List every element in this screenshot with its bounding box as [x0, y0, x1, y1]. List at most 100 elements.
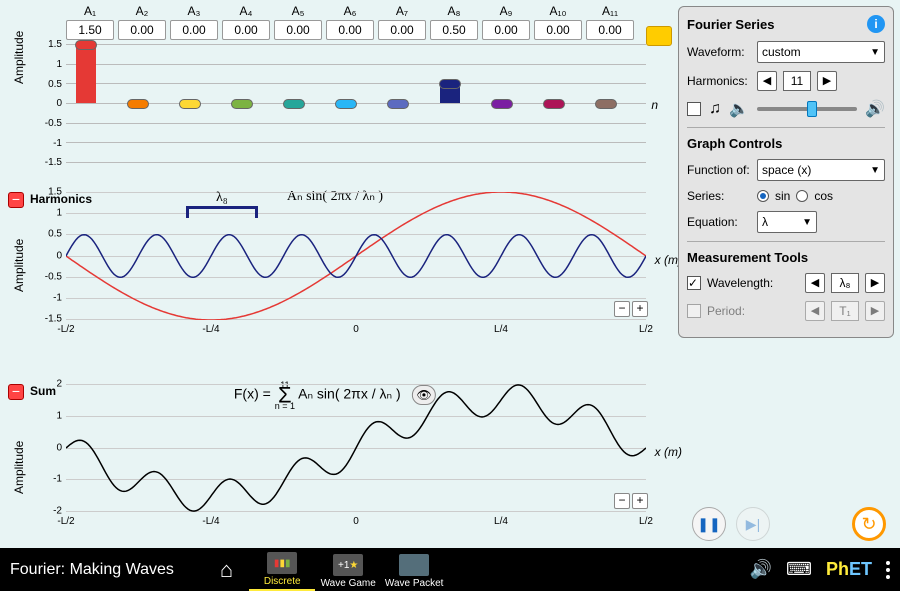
function-of-label: Function of:: [687, 163, 751, 177]
harmonics-increment[interactable]: ▶: [817, 71, 837, 91]
amp-slider-9[interactable]: [491, 99, 513, 109]
chevron-down-icon: ▼: [870, 47, 880, 58]
amp-input-9[interactable]: [482, 20, 530, 40]
pause-button[interactable]: ❚❚: [692, 507, 726, 541]
amp-slider-10[interactable]: [543, 99, 565, 109]
harmonics-y-label: Amplitude: [12, 239, 26, 292]
sound-checkbox[interactable]: [687, 102, 701, 116]
amp-input-11[interactable]: [586, 20, 634, 40]
amp-slider-8[interactable]: [439, 79, 461, 89]
amp-header: A₅: [274, 4, 322, 18]
amp-input-2[interactable]: [118, 20, 166, 40]
sum-collapse-button[interactable]: −: [8, 384, 24, 400]
amp-header: A₄: [222, 4, 270, 18]
period-next: ▶: [865, 301, 885, 321]
series-sin-radio[interactable]: [757, 190, 769, 202]
eraser-button[interactable]: [646, 26, 672, 46]
play-controls: ❚❚ ▶|: [692, 507, 770, 541]
period-prev: ◀: [805, 301, 825, 321]
amp-input-7[interactable]: [378, 20, 426, 40]
function-of-select[interactable]: space (x)▼: [757, 159, 885, 181]
speaker-low-icon: 🔈: [729, 99, 749, 119]
harmonics-section: − Harmonics Aₙ sin( 2πx / λₙ ) Amplitude…: [8, 192, 662, 356]
series-cos-radio[interactable]: [796, 190, 808, 202]
sum-x-label: x (m): [655, 445, 682, 459]
navbar: Fourier: Making Waves ⌂ ▮▮▮Discrete+1★Wa…: [0, 548, 900, 591]
sum-zoom-out[interactable]: −: [614, 493, 630, 509]
sum-chart: 210-1-2 x (m) − + -L/2-L/40L/4L/2: [66, 384, 646, 512]
amp-header: A₁₁: [586, 4, 634, 18]
fourier-heading: Fourier Series: [687, 17, 774, 32]
amp-slider-2[interactable]: [127, 99, 149, 109]
wavelength-checkbox[interactable]: [687, 276, 701, 290]
amp-input-5[interactable]: [274, 20, 322, 40]
speaker-high-icon: 🔊: [865, 99, 885, 119]
amp-input-6[interactable]: [326, 20, 374, 40]
reset-button[interactable]: ↻: [852, 507, 886, 541]
n-axis-label: n: [651, 98, 658, 112]
equation-label: Equation:: [687, 215, 751, 229]
amp-header: A₆: [326, 4, 374, 18]
sound-toggle-icon[interactable]: 🔊: [750, 559, 772, 580]
amp-slider-5[interactable]: [283, 99, 305, 109]
sum-y-label: Amplitude: [12, 441, 26, 494]
chevron-down-icon: ▼: [802, 217, 812, 228]
amp-header: A₉: [482, 4, 530, 18]
nav-tab-wave-packet[interactable]: Wave Packet: [381, 552, 447, 591]
sum-section: − Sum F(x) = 11Σn = 1 Aₙ sin( 2πx / λₙ )…: [8, 384, 662, 564]
amplitude-chart: 1.510.50-0.5-1-1.5 n: [66, 44, 646, 162]
wavelength-prev[interactable]: ◀: [805, 273, 825, 293]
amp-slider-4[interactable]: [231, 99, 253, 109]
harmonics-count-value: 11: [783, 71, 811, 91]
control-panel: Fourier Series i Waveform: custom▼ Harmo…: [678, 6, 894, 338]
harmonics-collapse-button[interactable]: −: [8, 192, 24, 208]
graph-controls-heading: Graph Controls: [687, 136, 782, 151]
amp-header: A₁: [66, 4, 114, 18]
wavelength-next[interactable]: ▶: [865, 273, 885, 293]
waveform-label: Waveform:: [687, 45, 751, 59]
wavelength-value: λ₈: [831, 273, 859, 293]
app-title: Fourier: Making Waves: [10, 561, 174, 579]
harmonics-count-label: Harmonics:: [687, 74, 751, 88]
harmonics-zoom-in[interactable]: +: [632, 301, 648, 317]
amp-slider-6[interactable]: [335, 99, 357, 109]
amp-header: A₁₀: [534, 4, 582, 18]
harmonics-decrement[interactable]: ◀: [757, 71, 777, 91]
amp-header: A₈: [430, 4, 478, 18]
step-button[interactable]: ▶|: [736, 507, 770, 541]
amp-input-10[interactable]: [534, 20, 582, 40]
amp-slider-1[interactable]: [75, 40, 97, 50]
amp-input-1[interactable]: [66, 20, 114, 40]
chevron-down-icon: ▼: [870, 165, 880, 176]
music-note-icon: ♫: [709, 100, 721, 118]
amp-header: A₃: [170, 4, 218, 18]
amp-header: A₇: [378, 4, 426, 18]
amplitude-section: Amplitude A₁ A₂ A₃ A₄ A₅ A₆ A₇ A₈ A₉ A₁₀ A₁₁ 1.510…: [8, 4, 662, 174]
amp-slider-7[interactable]: [387, 99, 409, 109]
volume-slider[interactable]: [757, 107, 857, 111]
amp-header: A₂: [118, 4, 166, 18]
info-button[interactable]: i: [867, 15, 885, 33]
period-checkbox[interactable]: [687, 304, 701, 318]
menu-button[interactable]: [886, 561, 890, 579]
amp-input-4[interactable]: [222, 20, 270, 40]
phet-logo[interactable]: PhET: [826, 559, 872, 580]
sum-zoom-in[interactable]: +: [632, 493, 648, 509]
keyboard-icon[interactable]: ⌨: [786, 559, 812, 580]
harmonics-zoom-out[interactable]: −: [614, 301, 630, 317]
amp-input-3[interactable]: [170, 20, 218, 40]
amp-input-8[interactable]: [430, 20, 478, 40]
measurement-tools-heading: Measurement Tools: [687, 250, 808, 265]
nav-tab-discrete[interactable]: ▮▮▮Discrete: [249, 550, 315, 591]
amp-slider-11[interactable]: [595, 99, 617, 109]
harmonics-chart: 1.510.50-0.5-1-1.5 λ₈ x (m) − + -L/2-L/4…: [66, 192, 646, 320]
home-button[interactable]: ⌂: [220, 557, 233, 583]
equation-select[interactable]: λ▼: [757, 211, 817, 233]
wavelength-marker[interactable]: λ₈: [186, 206, 258, 218]
amp-slider-3[interactable]: [179, 99, 201, 109]
amplitude-y-label: Amplitude: [12, 31, 26, 84]
period-label: Period:: [707, 304, 799, 318]
series-label: Series:: [687, 189, 751, 203]
nav-tab-wave-game[interactable]: +1★Wave Game: [315, 552, 381, 591]
waveform-select[interactable]: custom▼: [757, 41, 885, 63]
